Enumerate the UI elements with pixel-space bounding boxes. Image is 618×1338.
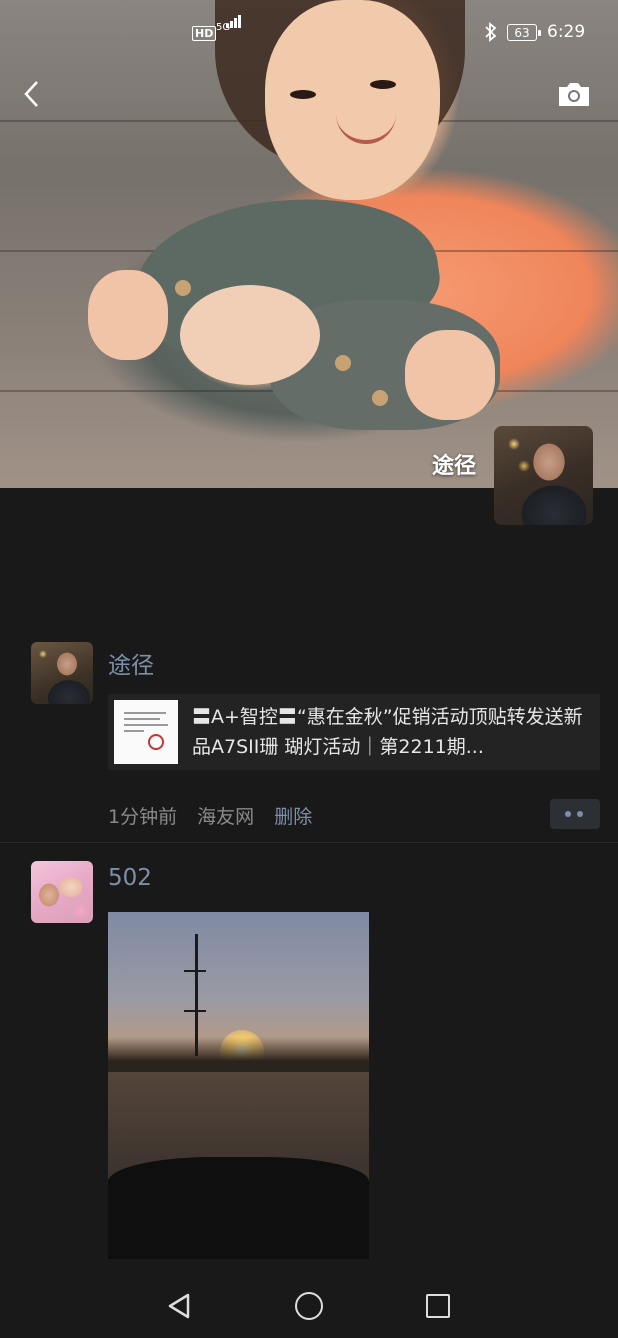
baby-face (180, 285, 320, 385)
chevron-left-icon (24, 81, 38, 107)
girl-eye (370, 80, 396, 89)
girl-hand (88, 270, 168, 360)
profile-name: 途径 (432, 454, 477, 479)
divider (0, 842, 618, 843)
avatar[interactable] (31, 642, 93, 704)
link-thumbnail (114, 700, 178, 764)
post-author[interactable]: 502 (108, 865, 152, 891)
bluetooth-icon (484, 22, 498, 47)
shared-link-card[interactable]: 〓A+智控〓“惠在金秋”促销活动顶贴转发送新品A7SII珊 瑚灯活动｜第2211… (108, 694, 600, 770)
camera-button[interactable] (557, 80, 591, 108)
delete-link[interactable]: 删除 (274, 806, 312, 828)
clock: 6:29 (547, 22, 586, 42)
utility-pole (195, 934, 198, 1056)
status-bar: HD 5G 63 6:29 (0, 15, 618, 50)
nav-back-button[interactable] (166, 1292, 192, 1324)
more-dots-icon (565, 811, 571, 817)
nav-home-button[interactable] (295, 1292, 323, 1320)
knit-button (372, 390, 388, 406)
post-time: 1分钟前 (108, 806, 178, 828)
navigation-bar (0, 1272, 618, 1338)
profile-avatar[interactable] (494, 426, 593, 525)
link-title: 〓A+智控〓“惠在金秋”促销活动顶贴转发送新品A7SII珊 瑚灯活动｜第2211… (192, 706, 583, 758)
tree-line (108, 1037, 369, 1077)
back-button[interactable] (20, 78, 48, 110)
nav-recents-button[interactable] (426, 1294, 450, 1318)
girl-eye (290, 90, 316, 99)
post-photo[interactable] (108, 912, 369, 1259)
car-dashboard (108, 1157, 369, 1257)
pole-arm (184, 970, 206, 972)
post-source[interactable]: 海友网 (197, 806, 254, 828)
knit-button (175, 280, 191, 296)
battery-icon: 63 (507, 24, 541, 41)
knit-button (335, 355, 351, 371)
cover-photo[interactable] (0, 0, 618, 488)
more-dots-icon (577, 811, 583, 817)
post-author[interactable]: 途径 (108, 646, 154, 680)
pole-arm (184, 1010, 206, 1012)
more-actions-button[interactable] (550, 799, 600, 829)
hd-indicator: HD (192, 26, 217, 41)
girl-hand (405, 330, 495, 420)
avatar[interactable] (31, 861, 93, 923)
post-meta: 1分钟前 海友网 删除 (108, 802, 326, 829)
triangle-back-icon (168, 1293, 190, 1319)
camera-icon (559, 83, 589, 106)
seal-stamp (148, 734, 164, 750)
